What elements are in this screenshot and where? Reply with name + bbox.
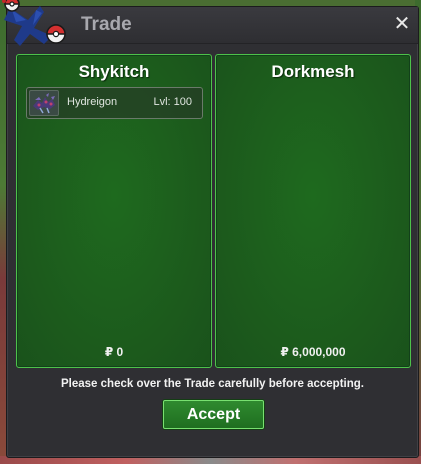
close-button[interactable]: ✕ <box>392 14 412 34</box>
trade-window: Trade ✕ Shykitch Hydreigon Lvl: 100 ₽ 0 … <box>6 6 419 458</box>
accept-button[interactable]: Accept <box>163 400 264 429</box>
trade-panel-right: Dorkmesh ₽ 6,000,000 <box>215 54 411 368</box>
pokeball-logo-icon <box>2 0 66 46</box>
hydreigon-sprite-icon <box>29 90 59 116</box>
right-money-offer: ₽ 6,000,000 <box>280 345 346 359</box>
window-title: Trade <box>81 14 132 35</box>
right-player-name: Dorkmesh <box>271 62 355 81</box>
trade-panel-left: Shykitch Hydreigon Lvl: 100 ₽ 0 <box>16 54 212 368</box>
trade-notice: Please check over the Trade carefully be… <box>61 378 364 390</box>
trade-item-pokemon[interactable]: Hydreigon Lvl: 100 <box>26 87 203 119</box>
left-player-name: Shykitch <box>78 62 150 81</box>
left-money-offer: ₽ 0 <box>104 345 124 359</box>
pokemon-name: Hydreigon <box>67 96 118 108</box>
pokemon-level: Lvl: 100 <box>153 96 192 108</box>
